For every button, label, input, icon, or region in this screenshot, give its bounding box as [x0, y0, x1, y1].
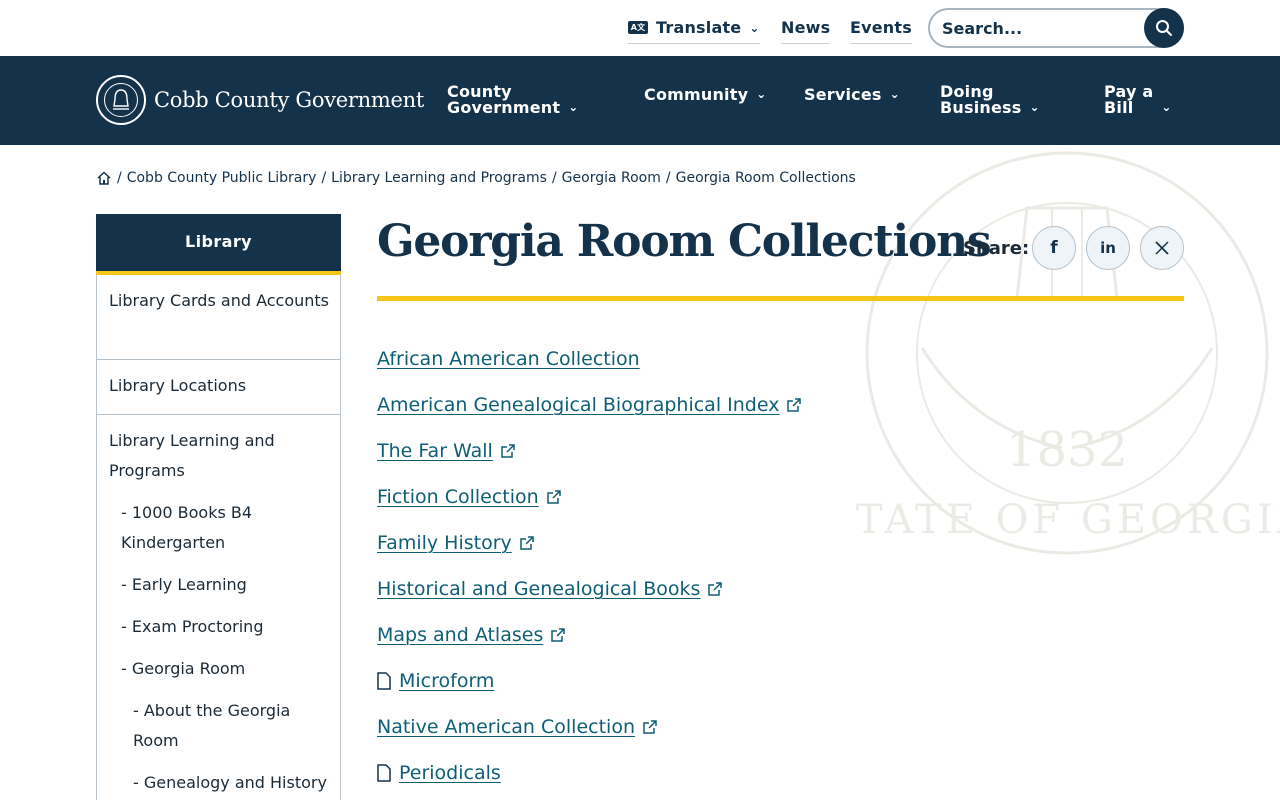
sidebar-item-learning-programs[interactable]: Library Learning and Programs	[109, 426, 334, 486]
utility-bar: A文 Translate ⌄ News Events	[0, 0, 1280, 56]
share-label: Share:	[963, 238, 1030, 259]
linkedin-icon: in	[1100, 239, 1116, 257]
x-logo-icon	[1155, 241, 1169, 255]
external-link-icon	[520, 536, 534, 550]
collection-link-native-american[interactable]: Native American Collection	[377, 716, 657, 738]
home-icon[interactable]	[96, 170, 112, 186]
chevron-down-icon: ⌄	[756, 87, 767, 101]
collection-link-fiction[interactable]: Fiction Collection	[377, 486, 561, 508]
chevron-down-icon: ⌄	[1029, 100, 1040, 114]
main-navigation: Cobb County Government County Government…	[0, 56, 1280, 145]
collection-link-african-american[interactable]: African American Collection	[377, 348, 640, 370]
sidebar-title[interactable]: Library	[96, 214, 341, 275]
nav-county-government[interactable]: County Government ⌄	[447, 84, 579, 116]
external-link-icon	[708, 582, 723, 596]
search-icon	[1156, 20, 1172, 36]
breadcrumb-learning-programs[interactable]: Library Learning and Programs	[331, 170, 547, 186]
share-facebook-button[interactable]: f	[1032, 226, 1076, 270]
facebook-icon: f	[1050, 238, 1058, 258]
collection-link-agbi[interactable]: American Genealogical Biographical Index	[377, 394, 802, 416]
watermark-text: STATE OF GEORGIA	[852, 497, 1280, 543]
sidebar-item-1000-books[interactable]: - 1000 Books B4 Kindergarten	[121, 498, 336, 558]
collection-link-microform[interactable]: Microform	[377, 670, 494, 692]
sidebar-item-early-learning[interactable]: - Early Learning	[121, 570, 336, 600]
document-icon	[377, 672, 391, 690]
translate-icon: A文	[628, 21, 648, 34]
collection-link-family-history[interactable]: Family History	[377, 532, 534, 554]
collection-link-maps-atlases[interactable]: Maps and Atlases	[377, 624, 566, 646]
share-linkedin-button[interactable]: in	[1086, 226, 1130, 270]
search-button[interactable]	[1144, 8, 1184, 48]
chevron-down-icon: ⌄	[889, 87, 900, 101]
page-title: Georgia Room Collections	[377, 216, 992, 267]
translate-label: Translate	[656, 18, 742, 37]
logo-text: Cobb County Government	[154, 88, 424, 112]
nav-community[interactable]: Community ⌄	[644, 86, 767, 103]
chevron-down-icon: ⌄	[749, 20, 760, 35]
sidebar-nav: Library Library Cards and Accounts Libra…	[96, 214, 341, 800]
collection-link-historical-genealogical[interactable]: Historical and Genealogical Books	[377, 578, 723, 600]
breadcrumb-georgia-room[interactable]: Georgia Room	[562, 170, 661, 186]
sidebar-item-library-locations[interactable]: Library Locations	[109, 371, 334, 401]
external-link-icon	[546, 490, 561, 504]
site-logo[interactable]: Cobb County Government	[96, 75, 424, 125]
watermark-year: 1832	[1006, 422, 1128, 478]
external-link-icon	[787, 398, 802, 412]
document-icon	[377, 764, 391, 782]
sidebar-item-georgia-room[interactable]: - Georgia Room	[121, 654, 336, 684]
chevron-down-icon: ⌄	[1161, 100, 1172, 114]
county-seal-icon	[96, 75, 146, 125]
share-x-button[interactable]	[1140, 226, 1184, 270]
news-link[interactable]: News	[781, 18, 831, 44]
sidebar-item-exam-proctoring[interactable]: - Exam Proctoring	[121, 612, 336, 642]
sidebar-item-genealogy-history[interactable]: - Genealogy and History	[133, 768, 333, 798]
breadcrumb-current: Georgia Room Collections	[675, 170, 856, 186]
events-link[interactable]: Events	[850, 18, 912, 44]
chevron-down-icon: ⌄	[568, 100, 579, 114]
external-link-icon	[643, 720, 657, 734]
nav-doing-business[interactable]: Doing Business ⌄	[940, 84, 1040, 116]
collection-link-far-wall[interactable]: The Far Wall	[377, 440, 515, 462]
collection-link-periodicals[interactable]: Periodicals	[377, 762, 501, 784]
breadcrumb-library[interactable]: Cobb County Public Library	[127, 170, 317, 186]
title-divider	[377, 296, 1184, 301]
breadcrumb: / Cobb County Public Library / Library L…	[96, 170, 856, 186]
search-input[interactable]	[942, 17, 1132, 39]
search-box	[928, 8, 1184, 48]
sidebar-item-about-georgia-room[interactable]: - About the Georgia Room	[133, 696, 333, 756]
translate-button[interactable]: A文 Translate ⌄	[628, 18, 760, 44]
external-link-icon	[551, 628, 566, 642]
state-seal-watermark-icon: 1832 STATE OF GEORGIA	[852, 151, 1280, 555]
external-link-icon	[501, 444, 515, 458]
nav-pay-a-bill[interactable]: Pay a Bill ⌄	[1104, 84, 1172, 116]
nav-services[interactable]: Services ⌄	[804, 86, 900, 103]
sidebar-item-library-cards[interactable]: Library Cards and Accounts	[109, 286, 334, 316]
